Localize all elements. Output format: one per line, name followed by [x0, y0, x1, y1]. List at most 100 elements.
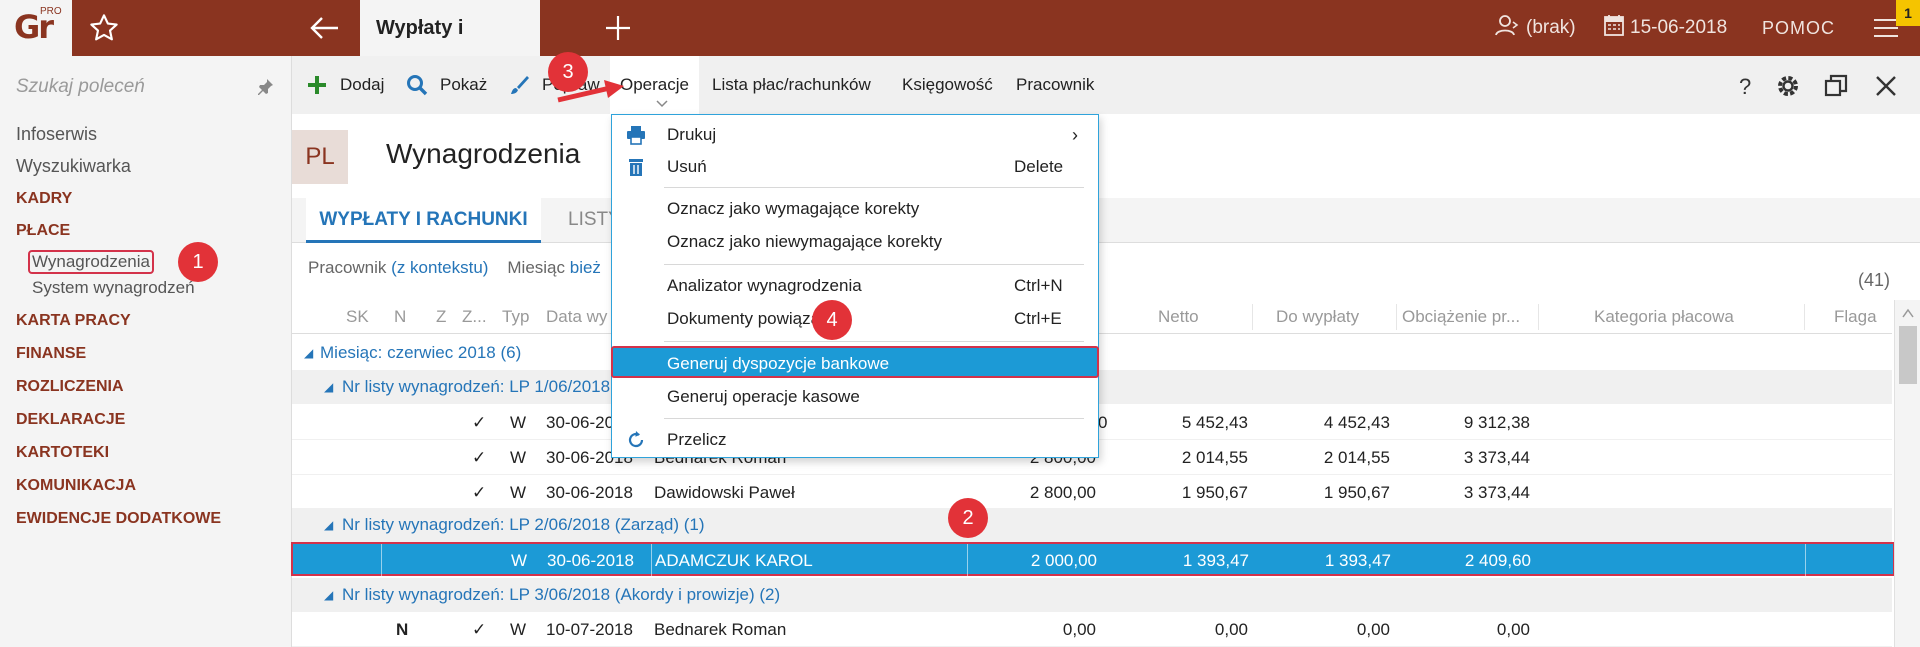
menu-label: Usuń	[667, 157, 707, 176]
col-data[interactable]: Data wy	[546, 300, 607, 334]
sidebar-item-wyszukiwarka[interactable]: Wyszukiwarka	[16, 156, 131, 177]
help-link[interactable]: POMOC	[1762, 0, 1835, 56]
table-row[interactable]: N ✓ W 10-07-2018 Bednarek Roman 0,00 0,0…	[292, 613, 1892, 647]
col-sk[interactable]: SK	[346, 300, 369, 334]
employee-button[interactable]: Pracownik	[1016, 56, 1094, 114]
filter-month-link[interactable]: bież	[570, 258, 601, 277]
trash-icon	[629, 159, 643, 176]
notification-badge[interactable]: 1	[1896, 0, 1920, 26]
sidebar-cat-ewidencje[interactable]: EWIDENCJE DODATKOWE	[16, 510, 221, 528]
col-typ[interactable]: Typ	[502, 300, 529, 334]
collapse-triangle-icon[interactable]: ◢	[324, 508, 333, 542]
check-mark: ✓	[472, 448, 487, 467]
menu-label: Oznacz jako niewymagające korekty	[667, 232, 942, 251]
toolbar: Dodaj Pokaż Popraw Operacje Lista płac/r…	[292, 56, 1920, 114]
cell-typ: W	[510, 483, 527, 502]
sidebar-item-system-wynagrodzen[interactable]: System wynagrodzeń	[32, 278, 195, 298]
column-divider	[1252, 304, 1253, 330]
cell-do-wyplaty: 4 452,43	[1323, 413, 1390, 432]
new-tab-plus-icon[interactable]	[598, 8, 638, 48]
filter-employee-label: Pracownik	[308, 258, 387, 277]
star-icon[interactable]	[88, 12, 120, 44]
show-button[interactable]: Pokaż	[440, 56, 487, 114]
tab-wyplaty-i-rachunki[interactable]: Wypłaty i rachunki	[360, 0, 540, 95]
col-netto[interactable]: Netto	[1158, 300, 1199, 334]
sidebar-cat-karta-pracy[interactable]: KARTA PRACY	[16, 312, 131, 330]
group-row-lp3[interactable]: ◢ Nr listy wynagrodzeń: LP 3/06/2018 (Ak…	[292, 578, 1892, 612]
sidebar-cat-kartoteki[interactable]: KARTOTEKI	[16, 444, 109, 462]
search-icon[interactable]	[406, 74, 428, 96]
selected-table-row[interactable]: W 30-06-2018 ADAMCZUK KAROL 2 000,00 1 3…	[291, 542, 1895, 578]
menu-item-mark-correction[interactable]: Oznacz jako wymagające korekty	[612, 193, 1098, 225]
menu-item-related-docs[interactable]: Dokumenty powiązane Ctrl+E	[612, 303, 1098, 335]
close-icon[interactable]	[1872, 72, 1900, 100]
sidebar-cat-deklaracje[interactable]: DEKLARACJE	[16, 411, 125, 429]
sidebar-item-wynagrodzenia[interactable]: Wynagrodzenia	[28, 250, 154, 274]
sidebar-item-infoserwis[interactable]: Infoserwis	[16, 124, 97, 145]
collapse-triangle-icon[interactable]: ◢	[304, 336, 313, 370]
cell-netto: 1 393,47	[1182, 551, 1249, 570]
col-flaga[interactable]: Flaga	[1834, 300, 1877, 334]
help-icon[interactable]: ?	[1730, 72, 1758, 100]
cell-obciazenie: 0,00	[1496, 620, 1530, 639]
user-indicator[interactable]: (brak)	[1494, 0, 1576, 56]
col-z[interactable]: Z	[436, 300, 446, 334]
pin-icon[interactable]	[256, 78, 274, 96]
cell-obciazenie: 9 312,38	[1463, 413, 1530, 432]
group-row-lp2[interactable]: ◢ Nr listy wynagrodzeń: LP 2/06/2018 (Za…	[292, 508, 1892, 542]
menu-item-delete[interactable]: Usuń Delete	[612, 151, 1098, 183]
menu-item-mark-no-correction[interactable]: Oznacz jako niewymagające korekty	[612, 226, 1098, 258]
add-button[interactable]: Dodaj	[340, 56, 384, 114]
sidebar-cat-finanse[interactable]: FINANSE	[16, 345, 86, 363]
col-do-wyplaty[interactable]: Do wypłaty	[1276, 300, 1359, 334]
sidebar-cat-kadry[interactable]: KADRY	[16, 190, 72, 208]
column-divider	[1804, 304, 1805, 330]
menu-item-bank-orders[interactable]: Generuj dyspozycje bankowe	[611, 346, 1099, 378]
app-logo[interactable]: Gr PRO	[0, 0, 72, 56]
menu-item-analyzer[interactable]: Analizator wynagrodzenia Ctrl+N	[612, 270, 1098, 302]
command-search-input[interactable]: Szukaj poleceń	[16, 76, 145, 98]
scroll-up-arrow-icon[interactable]	[1902, 308, 1914, 318]
submenu-arrow-icon: ›	[1072, 125, 1078, 145]
vertical-scrollbar[interactable]	[1894, 300, 1920, 647]
cell-divider	[967, 544, 968, 578]
group-label: Miesiąc: czerwiec 2018 (6)	[320, 343, 522, 362]
filter-employee-link[interactable]: (z kontekstu)	[391, 258, 488, 277]
col-obciazenie[interactable]: Obciążenie pr...	[1402, 300, 1520, 334]
sidebar-cat-komunikacja[interactable]: KOMUNIKACJA	[16, 477, 136, 495]
page-title: Wynagrodzenia	[386, 138, 581, 169]
lists-button[interactable]: Lista płac/rachunków	[712, 56, 871, 114]
gear-icon[interactable]	[1774, 72, 1802, 100]
sidebar-cat-rozliczenia[interactable]: ROZLICZENIA	[16, 378, 124, 396]
menu-label: Drukuj	[667, 125, 717, 144]
top-bar: Gr PRO Wypłaty i rachunki (brak) 15-06-2…	[0, 0, 1920, 95]
col-n[interactable]: N	[394, 300, 406, 334]
cell-do-wyplaty: 1 393,47	[1324, 551, 1391, 570]
scrollbar-thumb[interactable]	[1899, 326, 1917, 384]
record-count: (41)	[1858, 270, 1891, 290]
collapse-triangle-icon[interactable]: ◢	[324, 578, 333, 612]
work-date[interactable]: 15-06-2018	[1604, 0, 1727, 56]
add-icon[interactable]	[306, 74, 328, 96]
accounting-button[interactable]: Księgowość	[902, 56, 993, 114]
restore-window-icon[interactable]	[1822, 72, 1850, 100]
menu-item-print[interactable]: Drukuj ›	[612, 119, 1098, 151]
collapse-triangle-icon[interactable]: ◢	[324, 370, 333, 404]
col-kategoria[interactable]: Kategoria płacowa	[1594, 300, 1734, 334]
cell-data: 30-06-20	[546, 413, 615, 432]
cell-typ: W	[511, 551, 528, 570]
back-arrow-icon[interactable]	[304, 10, 344, 46]
sidebar-cat-place[interactable]: PŁACE	[16, 222, 70, 240]
col-z2[interactable]: Z...	[462, 300, 487, 334]
cell-data: 30-06-2018	[546, 483, 633, 502]
tab-wyplaty-rachunki[interactable]: WYPŁATY I RACHUNKI	[306, 198, 541, 243]
menu-item-cash-ops[interactable]: Generuj operacje kasowe	[612, 381, 1098, 413]
cell-netto: 2 014,55	[1181, 448, 1248, 467]
brush-icon[interactable]	[508, 74, 530, 96]
menu-item-recalc[interactable]: Przelicz	[612, 424, 1098, 456]
menu-shortcut: Delete	[1014, 157, 1064, 176]
chevron-down-icon	[656, 100, 668, 108]
cell-brutto: 2 800,00	[1029, 483, 1096, 502]
cell-obciazenie: 2 409,60	[1464, 551, 1531, 570]
table-row[interactable]: ✓ W 30-06-2018 Dawidowski Paweł 2 800,00…	[292, 476, 1892, 510]
